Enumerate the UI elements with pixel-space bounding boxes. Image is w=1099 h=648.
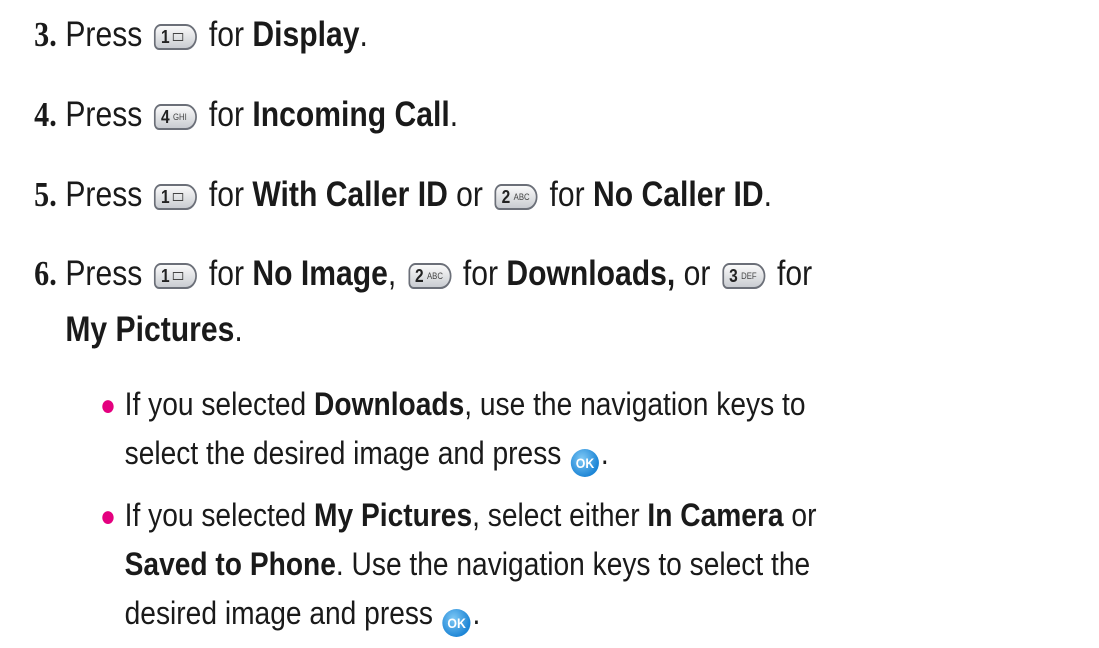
bullet-text: , select either xyxy=(472,497,648,533)
key-1-icon: 1 xyxy=(154,263,198,289)
bullet-text: select the desired image and press xyxy=(124,435,570,471)
step-text: for xyxy=(200,95,253,134)
step-text: . xyxy=(359,15,368,54)
step-text: Press xyxy=(65,254,151,293)
bullet-icon: ● xyxy=(100,389,116,422)
step-4: 4. Press 4 GHI for Incoming Call. xyxy=(0,91,458,139)
step-text: for xyxy=(200,254,253,293)
bullet-text: or xyxy=(783,497,817,533)
bullet-text: . xyxy=(600,435,609,471)
step-number: 3. xyxy=(34,15,57,54)
bullet-downloads: ● If you selected Downloads, use the navi… xyxy=(100,381,805,429)
step-number: 5. xyxy=(34,175,57,214)
step-text: . xyxy=(449,95,459,134)
step-6: 6. Press 1 for No Image, 2 ABC for Downloa… xyxy=(0,250,812,298)
key-letters: ABC xyxy=(426,271,443,281)
key-digit: 1 xyxy=(160,27,170,47)
bullet-icon: ● xyxy=(100,500,116,533)
step-number: 6. xyxy=(34,254,57,293)
key-digit: 2 xyxy=(414,266,424,286)
step-6-continued: My Pictures. xyxy=(0,306,243,354)
key-2-icon: 2 ABC xyxy=(408,263,452,289)
step-3: 3. Press 1 for Display. xyxy=(0,11,368,59)
step-text: . xyxy=(234,310,243,349)
bullet-text: . Use the navigation keys to select the xyxy=(335,546,811,582)
menu-option: No Image xyxy=(252,254,388,293)
key-digit: 3 xyxy=(729,266,738,286)
ok-button-icon: OK xyxy=(570,449,600,477)
step-text: for xyxy=(541,175,594,214)
menu-option: Downloads xyxy=(314,386,465,422)
step-text: for xyxy=(200,15,253,54)
menu-option: Incoming Call xyxy=(252,95,450,134)
step-number: 4. xyxy=(34,95,57,134)
menu-option: With Caller ID xyxy=(252,175,448,214)
bullet-text: . xyxy=(472,595,481,631)
key-digit: 1 xyxy=(160,187,170,207)
step-text: Press xyxy=(65,95,151,134)
menu-option: No Caller ID xyxy=(593,175,764,214)
step-text: for xyxy=(768,254,813,293)
bullet-text: If you selected xyxy=(124,386,315,422)
step-text: for xyxy=(200,175,253,214)
step-text: , xyxy=(387,254,405,293)
step-text: Press xyxy=(65,175,151,214)
bullet-my-pictures-line2: Saved to Phone. Use the navigation keys … xyxy=(100,541,811,587)
instruction-page: 3. Press 1 for Display. 4. Press 4 GHI for … xyxy=(0,0,1099,648)
key-letters: ABC xyxy=(513,192,530,202)
step-text: for xyxy=(454,254,507,293)
step-text: . xyxy=(763,175,773,214)
key-digit: 2 xyxy=(501,187,511,207)
bullet-text: , use the navigation keys to xyxy=(464,386,806,422)
menu-option: In Camera xyxy=(647,497,784,533)
key-1-icon: 1 xyxy=(154,184,198,210)
envelope-icon xyxy=(173,193,184,201)
menu-option: Downloads, xyxy=(506,254,676,293)
step-text: Press xyxy=(65,15,151,54)
key-digit: 4 xyxy=(160,107,170,127)
menu-option: Saved to Phone xyxy=(124,546,336,582)
bullet-text: If you selected xyxy=(124,497,315,533)
key-letters: GHI xyxy=(173,112,187,122)
bullet-my-pictures-line3: desired image and press OK. xyxy=(100,590,480,637)
key-2-icon: 2 ABC xyxy=(494,184,538,210)
step-text: or xyxy=(675,254,719,293)
step-5: 5. Press 1 for With Caller ID or 2 ABC for… xyxy=(0,171,772,219)
menu-option: My Pictures xyxy=(314,497,473,533)
key-letters: DEF xyxy=(741,271,757,281)
bullet-text: desired image and press xyxy=(124,595,441,631)
key-3-icon: 3 DEF xyxy=(722,263,766,289)
envelope-icon xyxy=(173,272,184,280)
envelope-icon xyxy=(173,33,184,41)
step-text: or xyxy=(447,175,492,214)
menu-option: Display xyxy=(252,15,360,54)
menu-option: My Pictures xyxy=(65,310,235,349)
ok-button-icon: OK xyxy=(442,609,471,637)
key-1-icon: 1 xyxy=(154,24,198,50)
bullet-downloads-line2: select the desired image and press OK. xyxy=(100,430,609,477)
key-4-icon: 4 GHI xyxy=(154,104,198,130)
bullet-my-pictures: ● If you selected My Pictures, select eit… xyxy=(100,492,816,540)
key-digit: 1 xyxy=(160,266,170,286)
